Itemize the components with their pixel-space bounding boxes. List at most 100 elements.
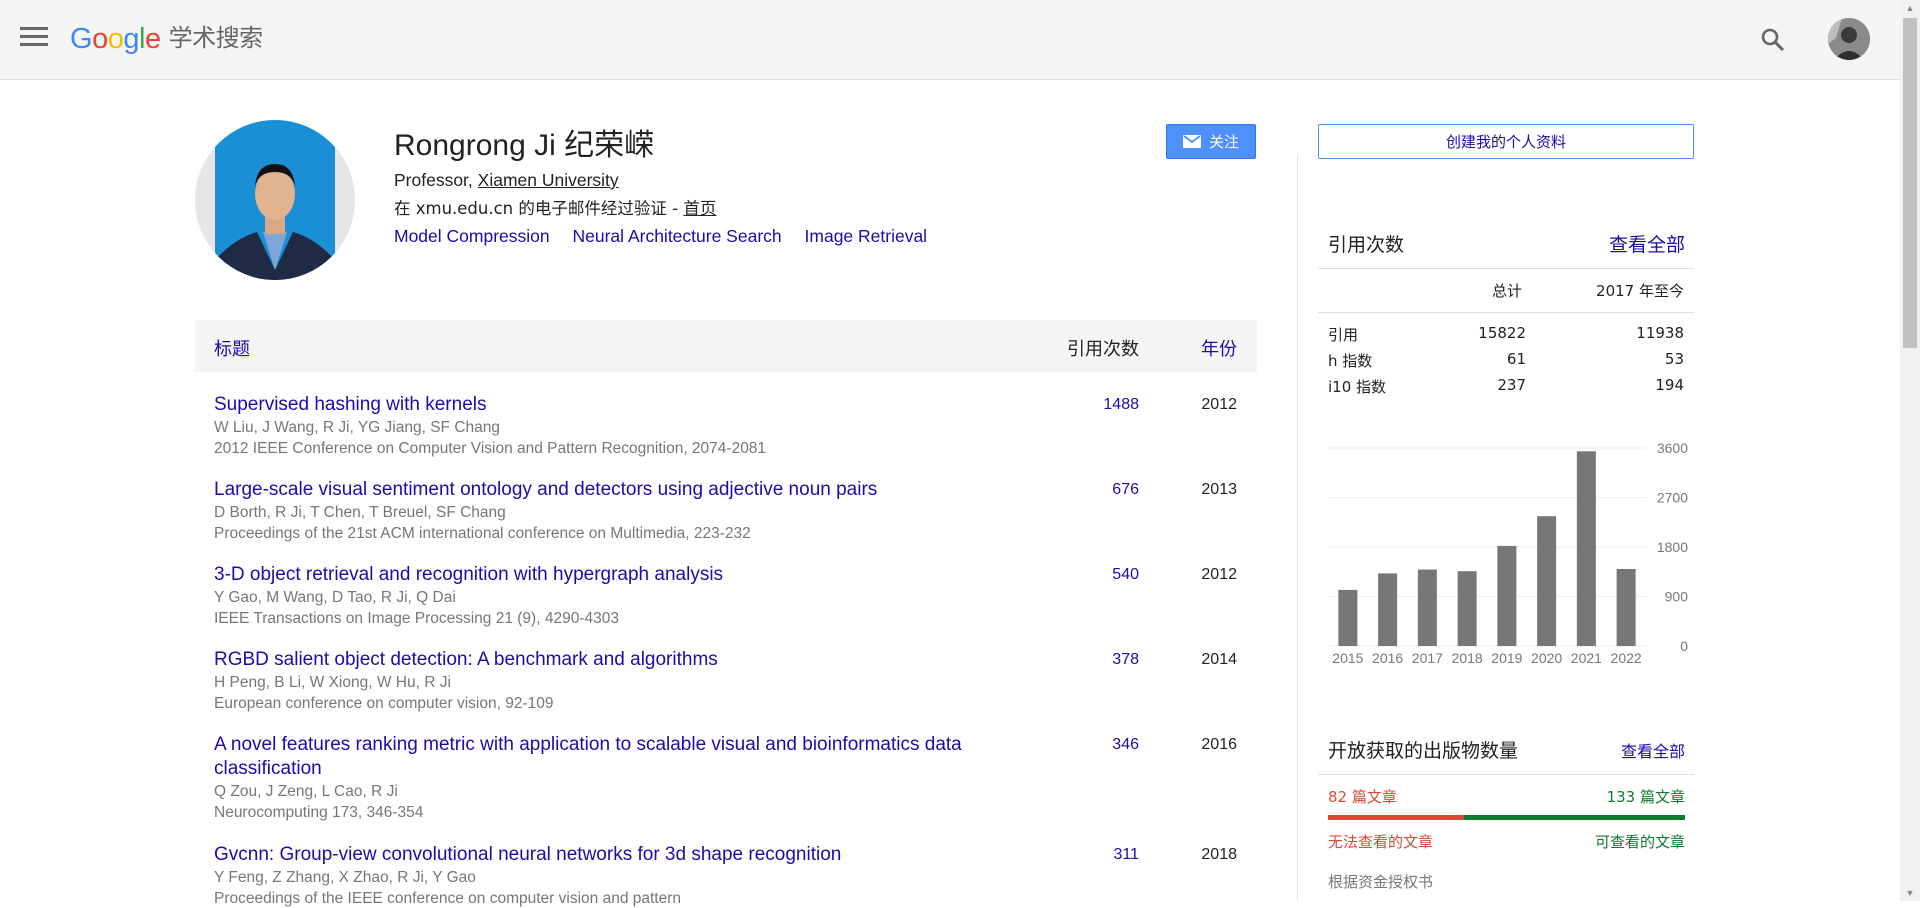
chart-bar[interactable] (1576, 451, 1596, 646)
title-prefix: Professor, (394, 170, 478, 190)
article-title-link[interactable]: Supervised hashing with kernels (214, 393, 1044, 417)
follow-button[interactable]: 关注 (1166, 124, 1256, 159)
article-venue: IEEE Transactions on Image Processing 21… (214, 610, 619, 627)
divider (1318, 312, 1694, 313)
article-row: Supervised hashing with kernels W Liu, J… (214, 393, 1257, 458)
chart-bar[interactable] (1378, 573, 1398, 646)
cited-by-view-all[interactable]: 查看全部 (1609, 230, 1685, 257)
article-venue: Proceedings of the IEEE conference on co… (214, 890, 682, 907)
articles-table-header: 标题 引用次数 年份 (195, 320, 1257, 372)
unavailable-label: 无法查看的文章 (1328, 833, 1434, 851)
article-year: 2014 (1201, 651, 1237, 668)
stat-since: 11938 (1636, 324, 1684, 342)
chart-bar[interactable] (1537, 516, 1557, 646)
mail-icon (1182, 135, 1201, 148)
y-tick-label: 900 (1665, 589, 1689, 605)
y-tick-label: 3600 (1657, 440, 1688, 456)
chart-bar[interactable] (1457, 571, 1477, 646)
col-since: 2017 年至今 (1596, 282, 1684, 300)
available-bar-segment (1464, 815, 1685, 820)
affiliation-link[interactable]: Xiamen University (478, 170, 619, 190)
article-authors: Y Gao, M Wang, D Tao, R Ji, Q Dai (214, 589, 456, 606)
chart-bar[interactable] (1616, 569, 1636, 646)
article-cites-link[interactable]: 346 (1112, 736, 1139, 754)
open-access-view-all[interactable]: 查看全部 (1621, 738, 1685, 762)
article-authors: Q Zou, J Zeng, L Cao, R Ji (214, 783, 398, 800)
stat-since: 194 (1655, 376, 1684, 394)
scroll-thumb[interactable] (1903, 18, 1917, 348)
article-cites-link[interactable]: 378 (1112, 651, 1139, 669)
menu-icon[interactable] (20, 27, 48, 49)
page-scrollbar[interactable]: ▲ ▼ (1900, 0, 1920, 901)
cited-by-title: 引用次数 (1328, 234, 1405, 256)
unavailable-bar-segment (1328, 815, 1465, 820)
article-row: RGBD salient object detection: A benchma… (214, 648, 1257, 713)
x-tick-label: 2016 (1372, 650, 1403, 666)
y-tick-label: 1800 (1657, 539, 1688, 555)
stat-all: 237 (1497, 376, 1526, 394)
logo-word: Google (70, 23, 161, 55)
article-cites-link[interactable]: 676 (1112, 481, 1139, 499)
email-text: 在 xmu.edu.cn 的电子邮件经过验证 - (394, 199, 684, 218)
follow-label: 关注 (1208, 133, 1239, 151)
article-title-link[interactable]: A novel features ranking metric with app… (214, 733, 1044, 781)
interest-link[interactable]: Model Compression (394, 226, 550, 246)
create-profile-button[interactable]: 创建我的个人资料 (1318, 124, 1694, 159)
x-tick-label: 2019 (1491, 650, 1522, 666)
chart-bar[interactable] (1338, 589, 1358, 646)
mandate-label: 根据资金授权书 (1328, 873, 1434, 891)
chart-bar[interactable] (1417, 569, 1437, 646)
homepage-link[interactable]: 首页 (683, 199, 716, 218)
scroll-up-arrow-icon[interactable]: ▲ (1900, 0, 1920, 16)
stat-row: 引用 15822 11938 (1328, 324, 1684, 344)
article-row: Large-scale visual sentiment ontology an… (214, 478, 1257, 543)
sort-by-title[interactable]: 标题 (214, 335, 250, 361)
article-venue: Proceedings of the 21st ACM internationa… (214, 525, 751, 542)
column-citations: 引用次数 (1067, 339, 1139, 360)
article-row: A novel features ranking metric with app… (214, 733, 1257, 822)
article-year: 2012 (1201, 396, 1237, 413)
x-tick-label: 2022 (1611, 650, 1642, 666)
interest-link[interactable]: Neural Architecture Search (573, 226, 782, 246)
interest-link[interactable]: Image Retrieval (805, 226, 928, 246)
article-cites-link[interactable]: 1488 (1103, 396, 1139, 414)
column-divider (1297, 154, 1298, 901)
article-authors: H Peng, B Li, W Xiong, W Hu, R Ji (214, 674, 451, 691)
article-authors: W Liu, J Wang, R Ji, YG Jiang, SF Chang (214, 419, 501, 436)
citations-bar-chart: 0 900 1800 2700 3600 2015 2016 2017 2018 2019 2020… (1328, 440, 1689, 666)
article-title-link[interactable]: 3-D object retrieval and recognition wit… (214, 563, 1044, 587)
top-bar: Google 学术搜索 (0, 0, 1900, 80)
article-title-link[interactable]: Large-scale visual sentiment ontology an… (214, 478, 1044, 502)
sort-by-year[interactable]: 年份 (1201, 335, 1237, 361)
divider (1318, 774, 1694, 775)
x-tick-label: 2017 (1412, 650, 1443, 666)
stat-label: 引用 (1328, 326, 1359, 344)
research-interests: Model Compression Neural Architecture Se… (394, 226, 945, 247)
article-year: 2016 (1201, 736, 1237, 753)
x-tick-label: 2018 (1452, 650, 1483, 666)
profile-affiliation: Professor, Xiamen University (394, 170, 619, 191)
article-authors: Y Feng, Z Zhang, X Zhao, R Ji, Y Gao (214, 869, 476, 886)
unavailable-count[interactable]: 82 篇文章 (1328, 786, 1397, 807)
stat-since: 53 (1664, 350, 1684, 368)
article-title-link[interactable]: Gvcnn: Group-view convolutional neural n… (214, 843, 1044, 867)
available-count[interactable]: 133 篇文章 (1607, 786, 1685, 807)
article-year: 2012 (1201, 566, 1237, 583)
profile-name: Rongrong Ji 纪荣嵘 (394, 129, 655, 162)
article-year: 2013 (1201, 481, 1237, 498)
scroll-down-arrow-icon[interactable]: ▼ (1900, 885, 1920, 901)
stat-all: 61 (1506, 350, 1526, 368)
account-avatar[interactable] (1828, 18, 1870, 60)
x-tick-label: 2015 (1332, 650, 1363, 666)
stat-label: i10 指数 (1328, 378, 1387, 396)
chart-bar[interactable] (1497, 545, 1517, 646)
article-row: Gvcnn: Group-view convolutional neural n… (214, 843, 1257, 908)
article-title-link[interactable]: RGBD salient object detection: A benchma… (214, 648, 1044, 672)
stat-label: h 指数 (1328, 352, 1373, 370)
article-cites-link[interactable]: 540 (1112, 566, 1139, 584)
article-venue: European conference on computer vision, … (214, 695, 554, 712)
search-icon[interactable] (1760, 27, 1786, 53)
article-venue: Neurocomputing 173, 346-354 (214, 804, 424, 821)
google-scholar-logo[interactable]: Google 学术搜索 (70, 20, 263, 56)
article-cites-link[interactable]: 311 (1113, 846, 1139, 864)
